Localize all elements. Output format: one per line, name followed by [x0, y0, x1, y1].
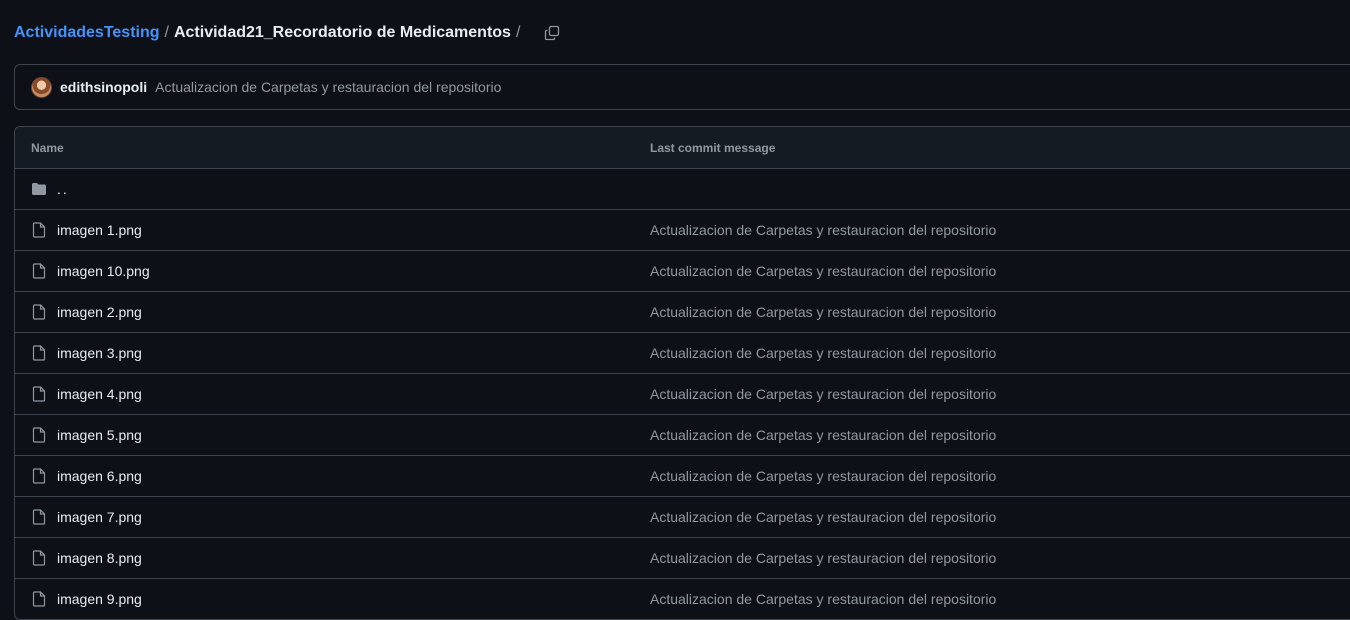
parent-directory-row[interactable]: ..	[15, 169, 1350, 210]
breadcrumb: ActividadesTesting / Actividad21_Recorda…	[14, 21, 564, 45]
parent-directory-link[interactable]: ..	[57, 181, 69, 197]
copy-path-button[interactable]	[540, 21, 564, 45]
file-icon	[32, 263, 46, 279]
page: ActividadesTesting / Actividad21_Recorda…	[0, 0, 1350, 620]
table-row[interactable]: imagen 4.png Actualizacion de Carpetas y…	[15, 374, 1350, 415]
table-row[interactable]: imagen 8.png Actualizacion de Carpetas y…	[15, 538, 1350, 579]
file-icon	[32, 345, 46, 361]
folder-icon	[32, 183, 46, 195]
avatar[interactable]	[31, 76, 52, 98]
table-row[interactable]: imagen 2.png Actualizacion de Carpetas y…	[15, 292, 1350, 333]
file-icon	[32, 222, 46, 238]
file-table: Name Last commit message .. imagen 1.png…	[14, 126, 1350, 620]
file-commit-message-link[interactable]: Actualizacion de Carpetas y restauracion…	[650, 304, 996, 320]
file-icon	[32, 550, 46, 566]
file-name-link[interactable]: imagen 3.png	[57, 345, 142, 361]
table-row[interactable]: imagen 10.png Actualizacion de Carpetas …	[15, 251, 1350, 292]
file-name-link[interactable]: imagen 7.png	[57, 509, 142, 525]
breadcrumb-repo-link[interactable]: ActividadesTesting	[14, 24, 160, 42]
file-icon	[32, 304, 46, 320]
commit-author-link[interactable]: edithsinopoli	[60, 79, 147, 95]
file-commit-message-link[interactable]: Actualizacion de Carpetas y restauracion…	[650, 386, 996, 402]
file-icon	[32, 468, 46, 484]
file-name-link[interactable]: imagen 1.png	[57, 222, 142, 238]
table-row[interactable]: imagen 1.png Actualizacion de Carpetas y…	[15, 210, 1350, 251]
file-icon	[32, 509, 46, 525]
breadcrumb-current-folder: Actividad21_Recordatorio de Medicamentos	[173, 24, 511, 41]
file-icon	[32, 386, 46, 402]
file-commit-message-link[interactable]: Actualizacion de Carpetas y restauracion…	[650, 591, 996, 607]
file-name-link[interactable]: imagen 9.png	[57, 591, 142, 607]
column-header-last-commit-message: Last commit message	[650, 140, 776, 155]
latest-commit-bar: edithsinopoli Actualizacion de Carpetas …	[14, 64, 1350, 110]
file-commit-message-link[interactable]: Actualizacion de Carpetas y restauracion…	[650, 427, 996, 443]
table-row[interactable]: imagen 5.png Actualizacion de Carpetas y…	[15, 415, 1350, 456]
table-row[interactable]: imagen 6.png Actualizacion de Carpetas y…	[15, 456, 1350, 497]
table-row[interactable]: imagen 7.png Actualizacion de Carpetas y…	[15, 497, 1350, 538]
file-name-link[interactable]: imagen 6.png	[57, 468, 142, 484]
file-name-link[interactable]: imagen 10.png	[57, 263, 150, 279]
file-commit-message-link[interactable]: Actualizacion de Carpetas y restauracion…	[650, 550, 996, 566]
file-commit-message-link[interactable]: Actualizacion de Carpetas y restauracion…	[650, 222, 996, 238]
file-icon	[32, 427, 46, 443]
file-commit-message-link[interactable]: Actualizacion de Carpetas y restauracion…	[650, 468, 996, 484]
file-commit-message-link[interactable]: Actualizacion de Carpetas y restauracion…	[650, 263, 996, 279]
file-name-link[interactable]: imagen 8.png	[57, 550, 142, 566]
file-name-link[interactable]: imagen 2.png	[57, 304, 142, 320]
breadcrumb-separator: /	[164, 24, 169, 41]
breadcrumb-trailing-separator: /	[515, 24, 521, 41]
column-header-name: Name	[31, 140, 64, 155]
table-row[interactable]: imagen 3.png Actualizacion de Carpetas y…	[15, 333, 1350, 374]
table-header: Name Last commit message	[15, 127, 1350, 169]
file-commit-message-link[interactable]: Actualizacion de Carpetas y restauracion…	[650, 345, 996, 361]
file-name-link[interactable]: imagen 4.png	[57, 386, 142, 402]
file-icon	[32, 591, 46, 607]
copy-icon	[545, 25, 560, 41]
file-name-link[interactable]: imagen 5.png	[57, 427, 142, 443]
file-commit-message-link[interactable]: Actualizacion de Carpetas y restauracion…	[650, 509, 996, 525]
table-row[interactable]: imagen 9.png Actualizacion de Carpetas y…	[15, 579, 1350, 619]
commit-message-link[interactable]: Actualizacion de Carpetas y restauracion…	[155, 79, 501, 95]
